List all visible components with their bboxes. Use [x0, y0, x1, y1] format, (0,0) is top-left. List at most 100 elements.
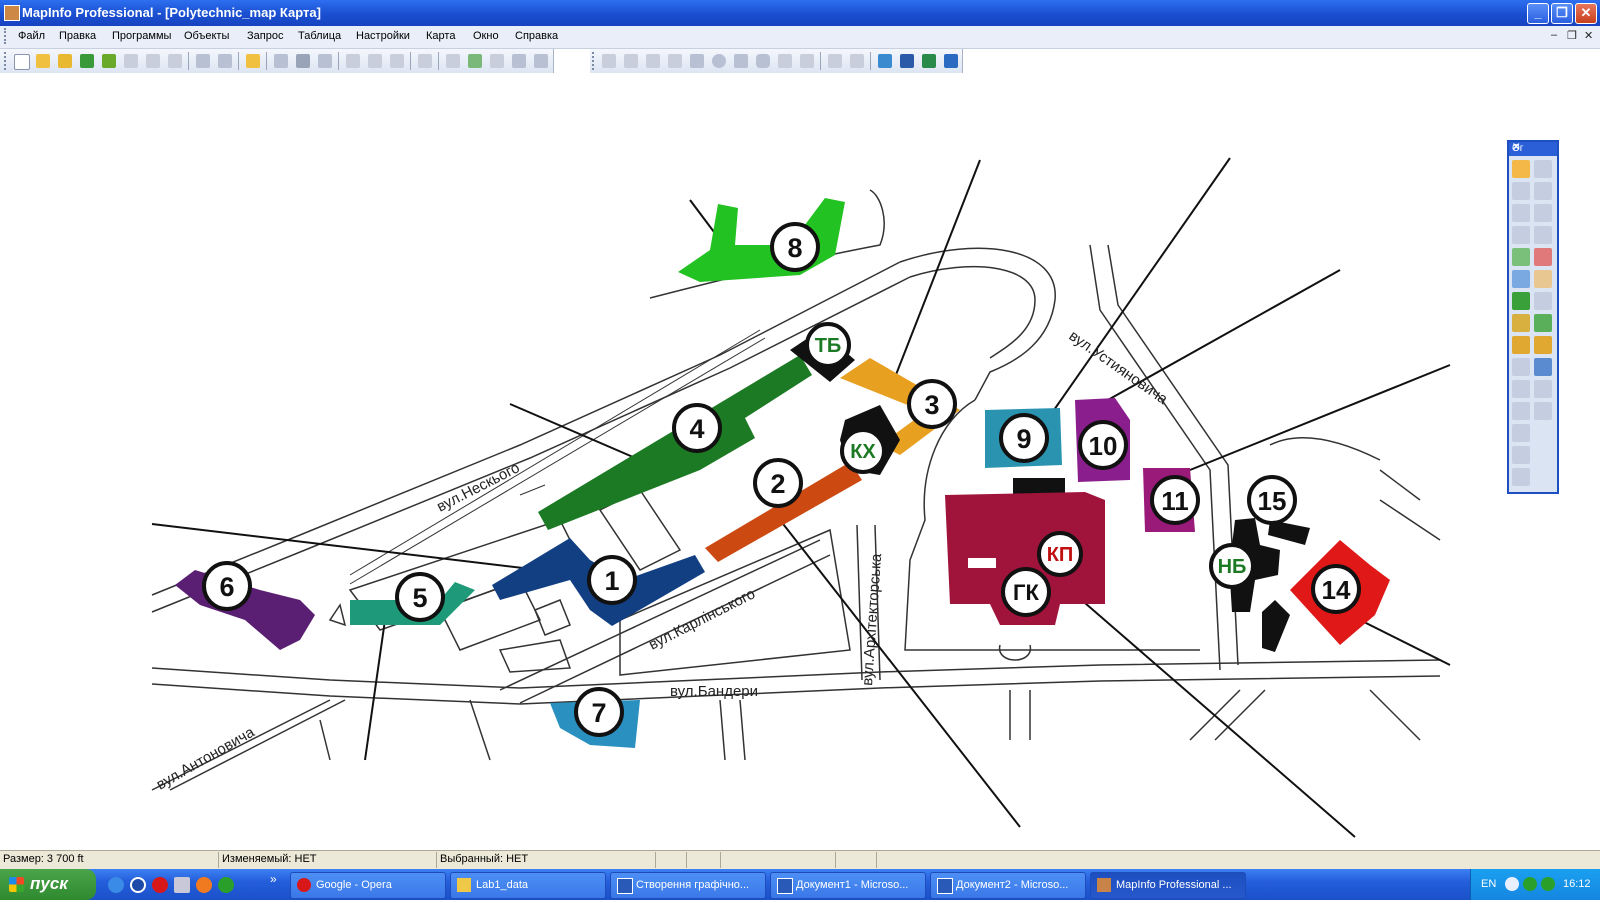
text-style-icon[interactable]: [944, 54, 958, 68]
new-table-icon[interactable]: [14, 54, 30, 70]
invert-selection-icon[interactable]: [1512, 226, 1530, 244]
close-button[interactable]: ✕: [1575, 3, 1597, 24]
new-map-icon[interactable]: [468, 54, 482, 68]
rectangle-tool-icon[interactable]: [734, 54, 748, 68]
open-dbms-icon[interactable]: [80, 54, 94, 68]
ruler-icon[interactable]: [1534, 336, 1552, 354]
mdi-restore-button[interactable]: ❐: [1567, 29, 1577, 42]
undo-icon[interactable]: [418, 54, 432, 68]
disk-icon[interactable]: [174, 877, 190, 893]
frame-tool-icon[interactable]: [800, 54, 814, 68]
new-redistricter-icon[interactable]: [534, 54, 548, 68]
opera-quicklaunch-icon[interactable]: [152, 877, 168, 893]
line-tool-icon[interactable]: [624, 54, 638, 68]
tray-utorrent-icon[interactable]: [1541, 877, 1555, 891]
tray-arrow-icon[interactable]: [1505, 877, 1519, 891]
polyline-tool-icon[interactable]: [646, 54, 660, 68]
map-svg[interactable]: вул.Нескього вул.Карлінського вул.Архіте…: [0, 74, 1600, 850]
drawing-toolbar-grip[interactable]: [592, 52, 597, 70]
change-view-icon[interactable]: [1512, 270, 1530, 288]
taskbar-button-mapinfo[interactable]: MapInfo Professional ...: [1090, 872, 1246, 899]
menu-programs[interactable]: Программы: [112, 30, 171, 42]
mdi-minimize-button[interactable]: –: [1551, 29, 1557, 41]
layout-page-icon[interactable]: [1512, 446, 1530, 464]
map-window[interactable]: вул.Нескього вул.Карлінського вул.Архіте…: [0, 74, 1600, 850]
menu-options[interactable]: Настройки: [356, 30, 410, 42]
save-table-icon[interactable]: [196, 54, 210, 68]
boundary-select-icon[interactable]: [1512, 204, 1530, 222]
info-tool-icon[interactable]: [1512, 292, 1530, 310]
select-tool-icon[interactable]: [1512, 160, 1530, 178]
status-zoom-size[interactable]: Размер: 3 700 ft: [3, 853, 84, 865]
save-copy-icon[interactable]: [218, 54, 232, 68]
copy-icon[interactable]: [368, 54, 382, 68]
new-mapper-icon[interactable]: [274, 54, 288, 68]
clip-region-off-icon[interactable]: [1534, 402, 1552, 420]
menu-query[interactable]: Запрос: [247, 30, 283, 42]
layer-control-icon[interactable]: [1512, 336, 1530, 354]
menu-objects[interactable]: Объекты: [184, 30, 229, 42]
unselect-icon[interactable]: [1534, 204, 1552, 222]
ellipse-tool-icon[interactable]: [712, 54, 726, 68]
open-table-icon[interactable]: [36, 54, 50, 68]
find-icon[interactable]: [146, 54, 160, 68]
add-node-tool-icon[interactable]: [850, 54, 864, 68]
start-button[interactable]: пуск: [0, 869, 96, 900]
clear-target-icon[interactable]: [1534, 380, 1552, 398]
symbol-tool-icon[interactable]: [602, 54, 616, 68]
ie-icon[interactable]: [108, 877, 124, 893]
radius-select-icon[interactable]: [1512, 182, 1530, 200]
label-tool-icon[interactable]: [1512, 314, 1530, 332]
new-browser-icon[interactable]: [446, 54, 460, 68]
set-target-icon[interactable]: [1512, 380, 1530, 398]
quicklaunch-chevron[interactable]: »: [270, 872, 277, 886]
polygon-select-icon[interactable]: [1534, 182, 1552, 200]
polygon-tool-icon[interactable]: [690, 54, 704, 68]
grabber-hand-icon[interactable]: [1534, 270, 1552, 288]
taskbar-button-lab1-data[interactable]: Lab1_data: [450, 872, 606, 899]
toolbar-grip[interactable]: [4, 52, 9, 70]
statistics-icon[interactable]: [1534, 358, 1552, 376]
menu-window[interactable]: Окно: [473, 30, 499, 42]
zoom-in-icon[interactable]: [1512, 248, 1530, 266]
menu-map[interactable]: Карта: [426, 30, 455, 42]
zoom-out-icon[interactable]: [1534, 248, 1552, 266]
arc-tool-icon[interactable]: [668, 54, 682, 68]
marquee-select-icon[interactable]: [1534, 160, 1552, 178]
palette-header[interactable]: Ог ✕: [1509, 142, 1557, 156]
mapinfo-app-icon[interactable]: [4, 5, 20, 21]
menu-help[interactable]: Справка: [515, 30, 558, 42]
find-selection-icon[interactable]: [168, 54, 182, 68]
print-icon[interactable]: [296, 54, 310, 68]
taskbar-button-opera[interactable]: Google - Opera: [290, 872, 446, 899]
new-layout-icon[interactable]: [512, 54, 526, 68]
tray-network-icon[interactable]: [1523, 877, 1537, 891]
scale-bar-icon[interactable]: [1512, 424, 1530, 442]
print-preview-icon[interactable]: [318, 54, 332, 68]
taskbar-button-word-doc[interactable]: Створення графічно...: [610, 872, 766, 899]
minimize-button[interactable]: _: [1527, 3, 1549, 24]
region-style-icon[interactable]: [922, 54, 936, 68]
open-folder-icon[interactable]: [246, 54, 260, 68]
drag-window-icon[interactable]: [1534, 314, 1552, 332]
clip-region-icon[interactable]: [1512, 402, 1530, 420]
palette-close-icon[interactable]: ✕: [1512, 142, 1553, 153]
reshape-tool-icon[interactable]: [828, 54, 842, 68]
utorrent-icon[interactable]: [218, 877, 234, 893]
close-table-icon[interactable]: [124, 54, 138, 68]
menu-edit[interactable]: Правка: [59, 30, 96, 42]
rounded-rectangle-tool-icon[interactable]: [756, 54, 770, 68]
mdi-close-button[interactable]: ✕: [1584, 29, 1593, 42]
language-indicator[interactable]: EN: [1481, 878, 1496, 890]
restore-button[interactable]: ❐: [1551, 3, 1573, 24]
download-icon[interactable]: [130, 877, 146, 893]
taskbar-button-document2[interactable]: Документ2 - Microso...: [930, 872, 1086, 899]
new-graph-icon[interactable]: [490, 54, 504, 68]
symbol-style-icon[interactable]: [878, 54, 892, 68]
menu-file[interactable]: Файл: [18, 30, 45, 42]
cut-icon[interactable]: [346, 54, 360, 68]
taskbar-button-document1[interactable]: Документ1 - Microso...: [770, 872, 926, 899]
open-workspace-icon[interactable]: [58, 54, 72, 68]
menu-table[interactable]: Таблица: [298, 30, 341, 42]
reshape-icon[interactable]: [1512, 468, 1530, 486]
